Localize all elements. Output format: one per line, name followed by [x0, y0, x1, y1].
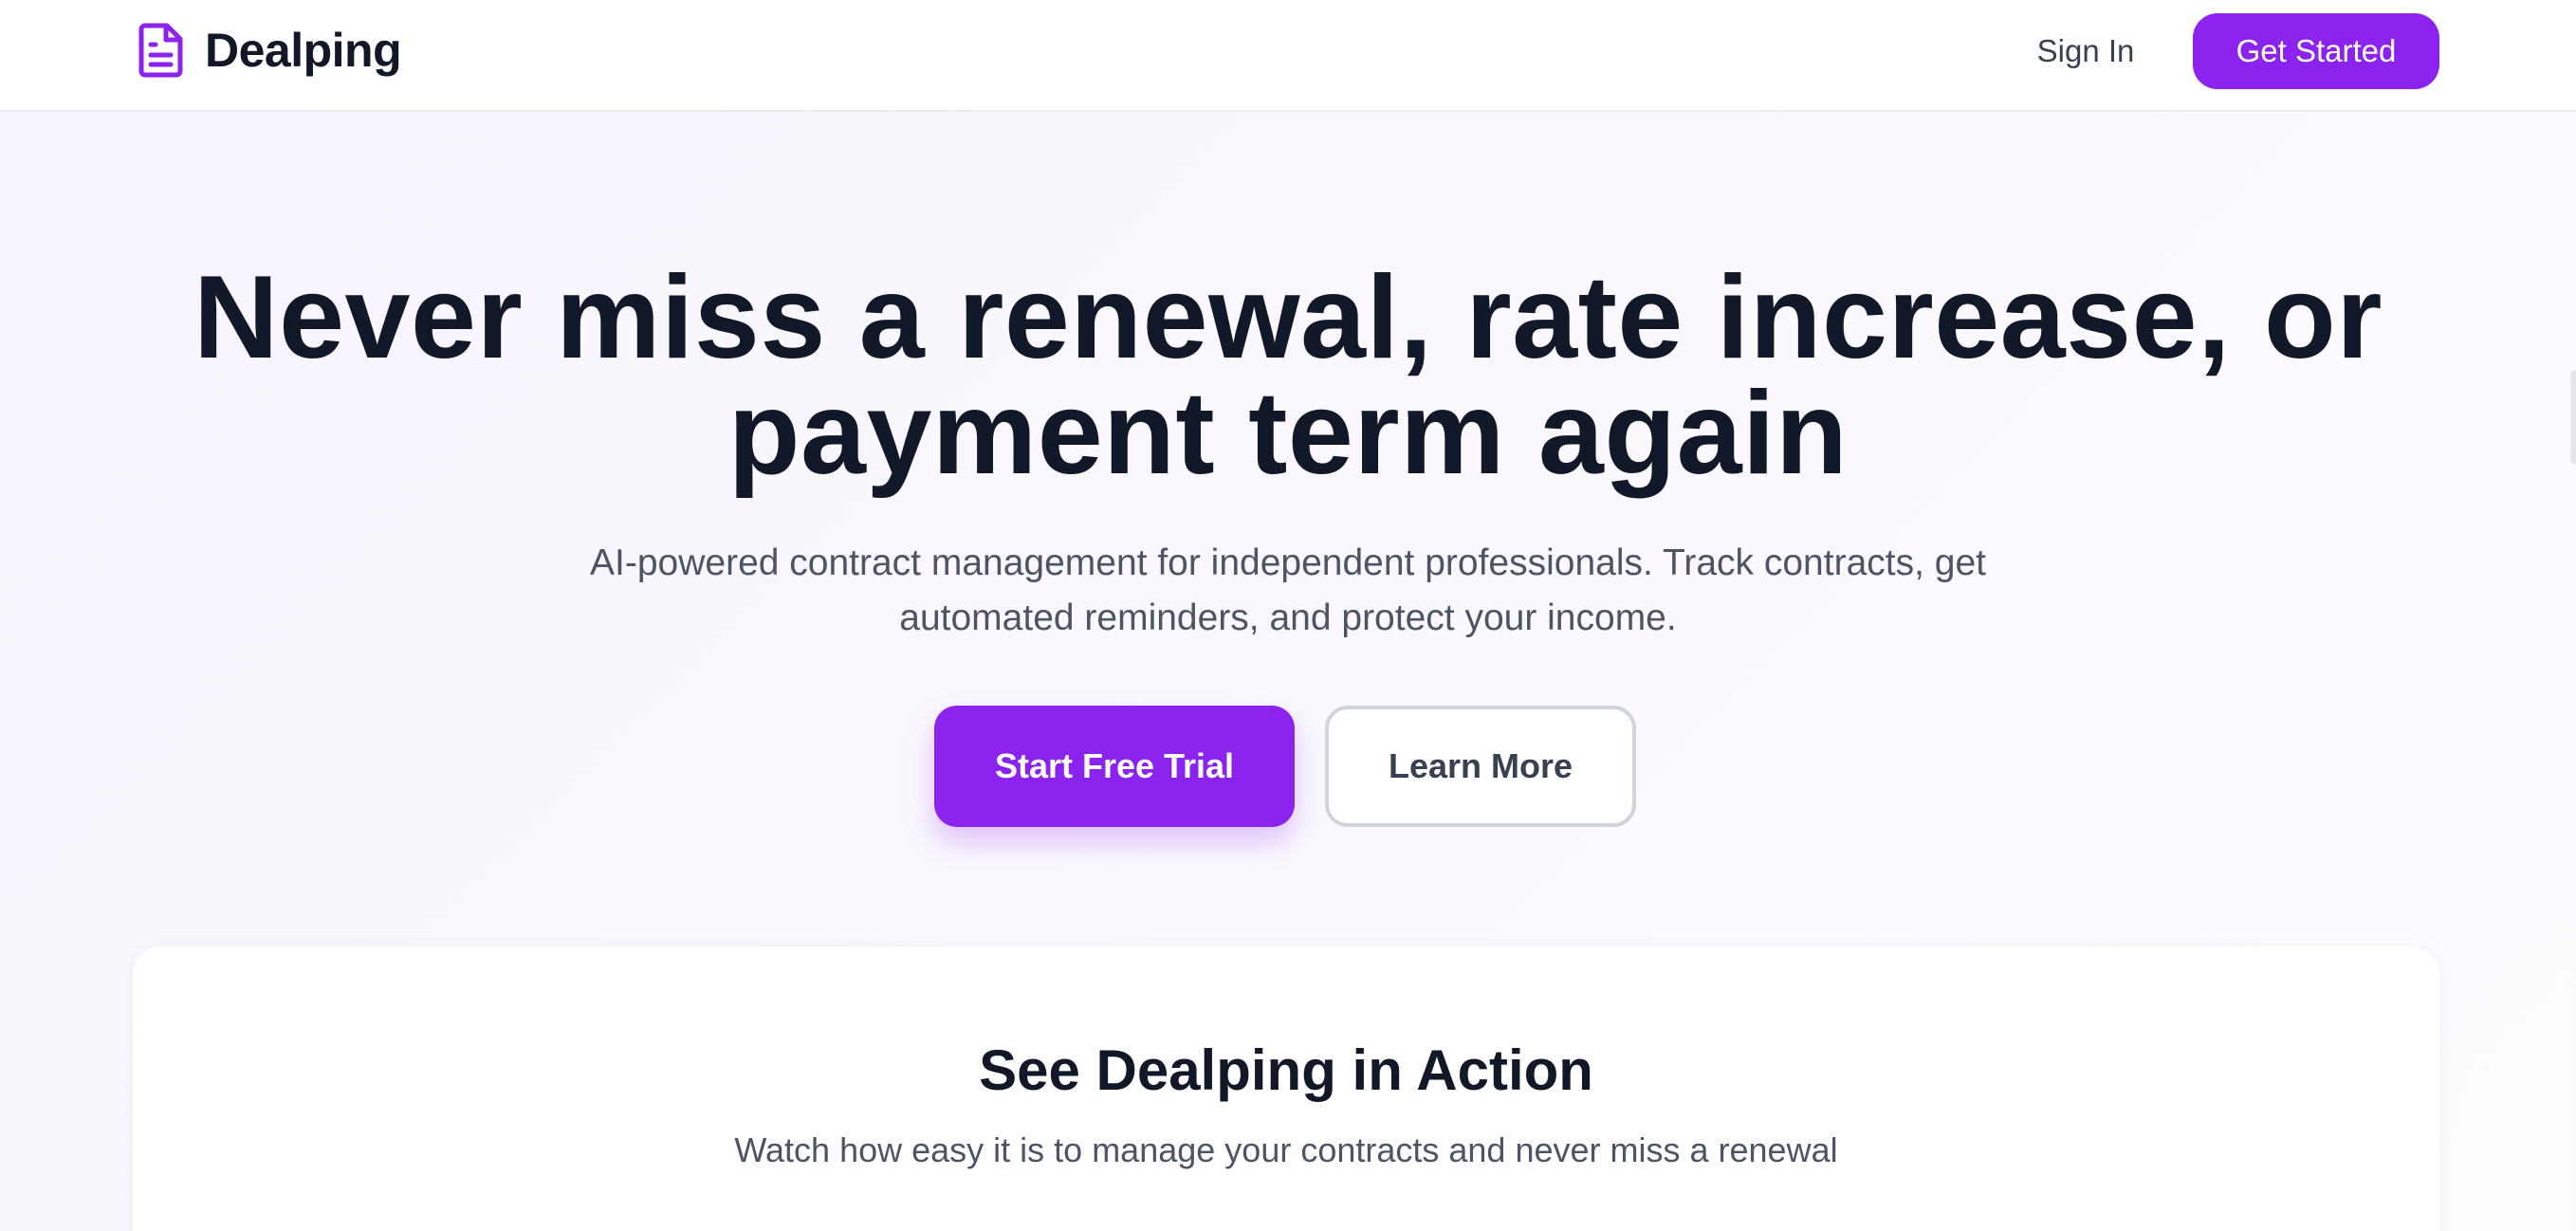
demo-subtitle: Watch how easy it is to manage your cont…: [734, 1130, 1838, 1169]
brand-name: Dealping: [205, 24, 402, 77]
start-free-trial-button[interactable]: Start Free Trial: [934, 706, 1295, 827]
hero-title: Never miss a renewal, rate increase, or …: [193, 252, 2383, 499]
demo-section-card: See Dealping in Action Watch how easy it…: [133, 946, 2439, 1231]
sign-in-link[interactable]: Sign In: [2016, 13, 2155, 89]
demo-title: See Dealping in Action: [979, 1038, 1593, 1102]
get-started-button[interactable]: Get Started: [2193, 13, 2439, 89]
hero-subtitle: AI-powered contract management for indep…: [590, 542, 1986, 638]
learn-more-button[interactable]: Learn More: [1325, 706, 1636, 827]
brand-logo[interactable]: Dealping: [137, 21, 402, 80]
hero-cta-group: Start Free Trial Learn More: [934, 706, 1636, 827]
document-icon: [138, 23, 183, 78]
top-navbar: Dealping Sign In Get Started: [0, 0, 2576, 112]
